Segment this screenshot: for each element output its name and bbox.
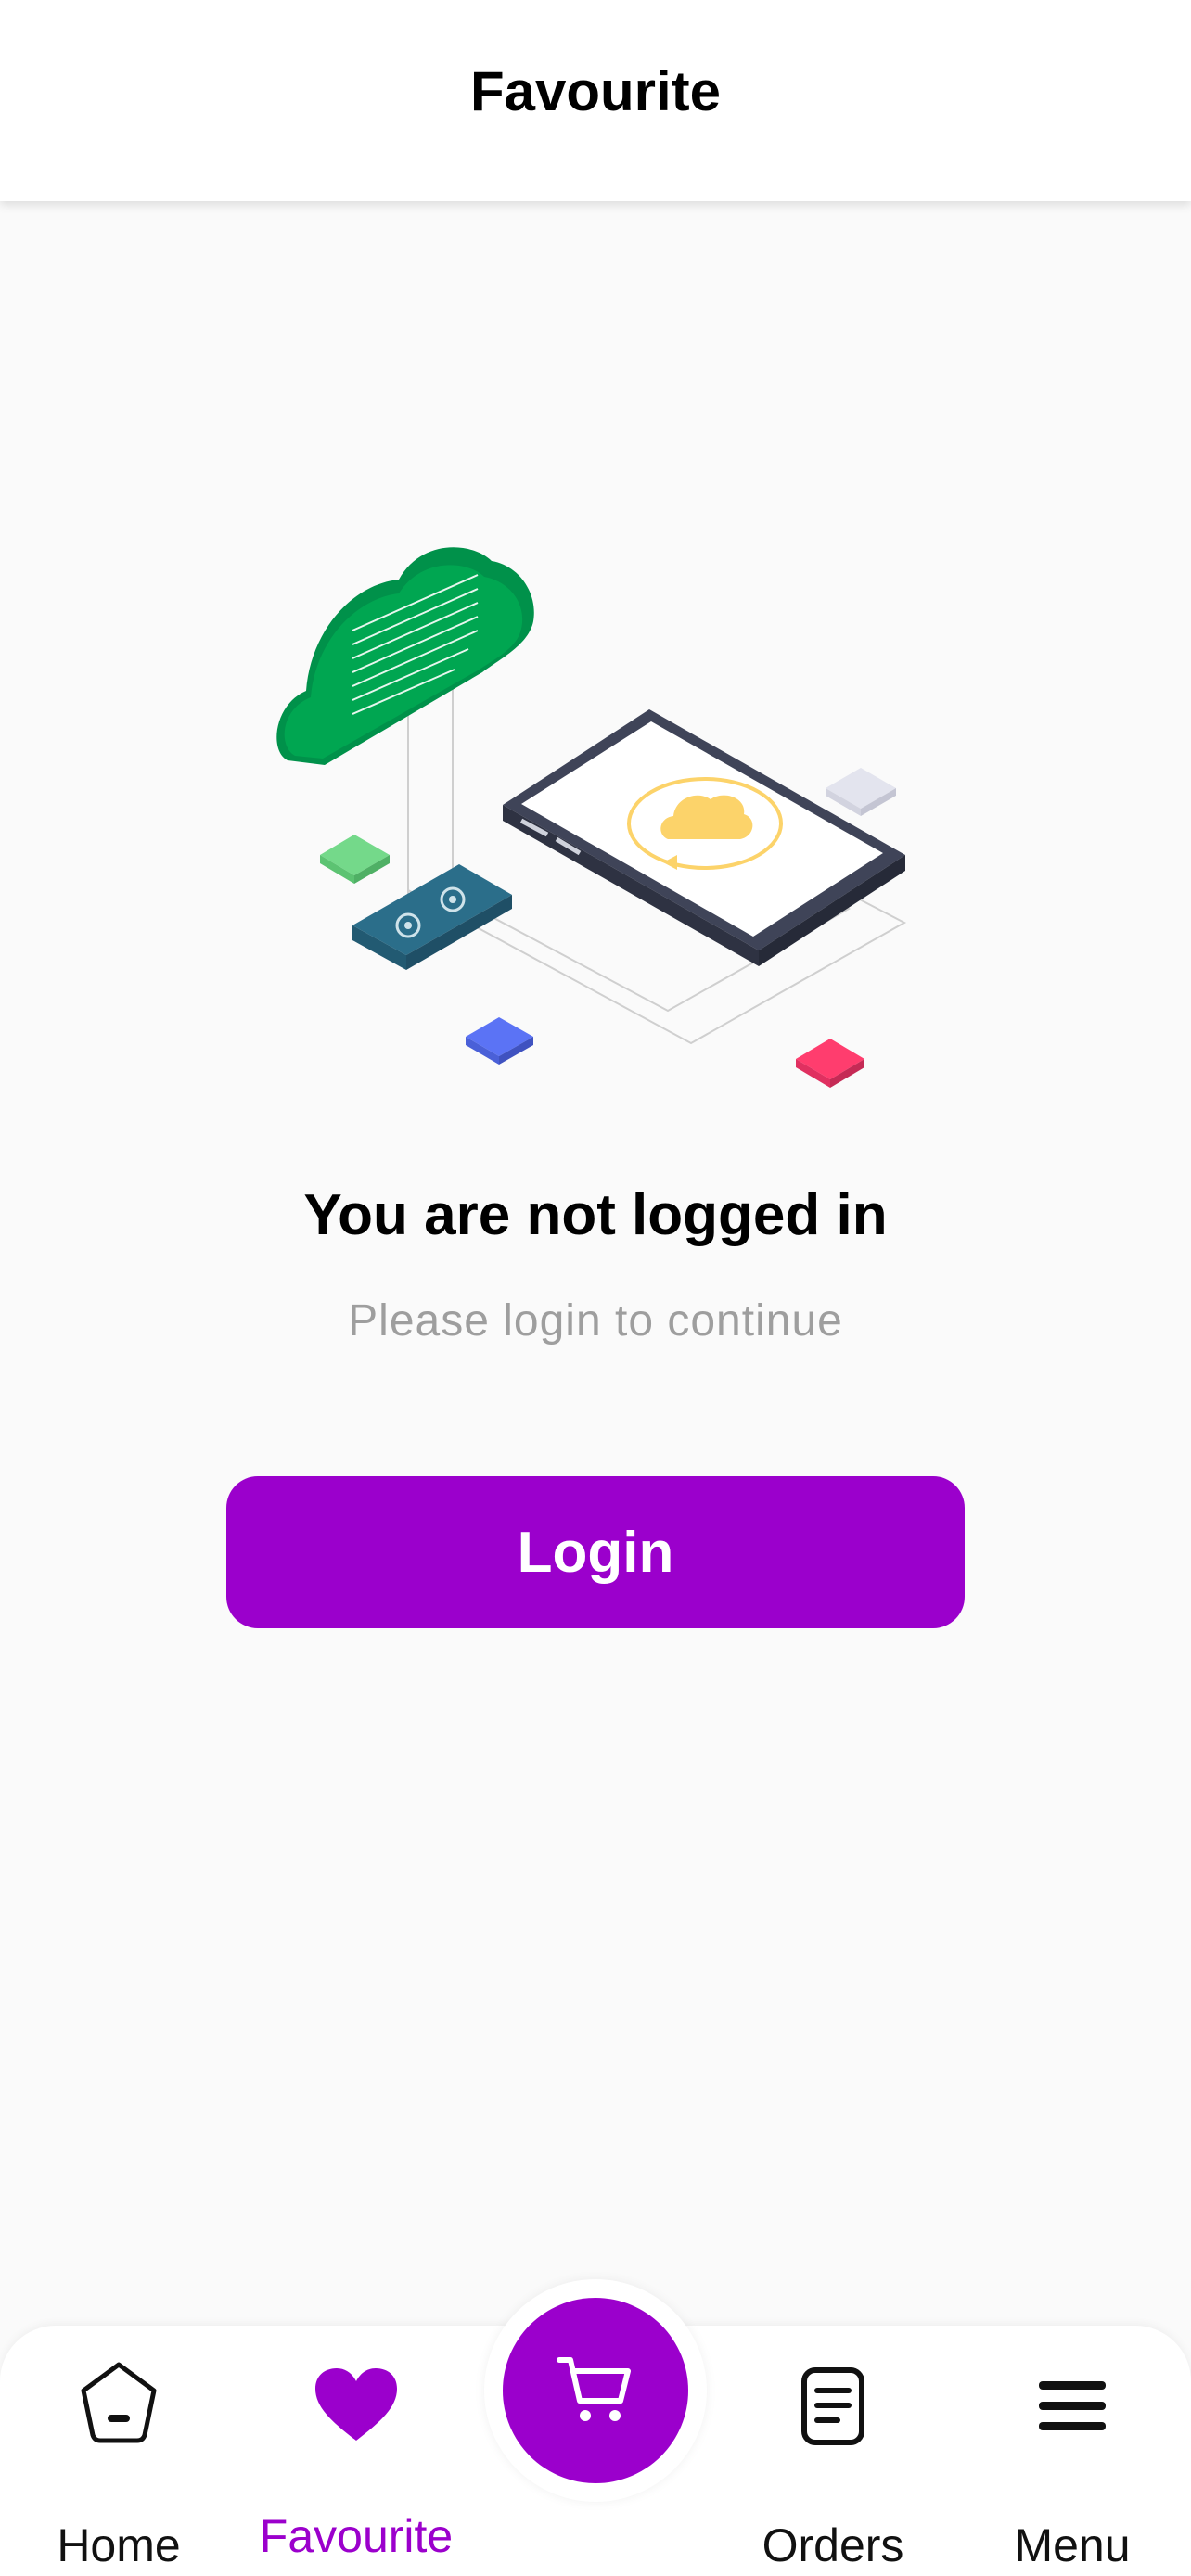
page-title: Favourite — [469, 60, 722, 122]
not-logged-in-title: You are not logged in — [303, 1183, 888, 1247]
heart-icon — [314, 2366, 399, 2449]
not-logged-in-illustration — [269, 519, 937, 1113]
login-button[interactable]: Login — [226, 1476, 965, 1628]
nav-item-menu[interactable]: Menu — [954, 2326, 1191, 2576]
nav-label-home: Home — [57, 2519, 181, 2571]
home-icon — [74, 2357, 163, 2451]
orders-icon — [800, 2366, 865, 2451]
app-bar: Favourite — [0, 0, 1191, 201]
menu-icon — [1037, 2379, 1108, 2436]
cart-icon — [554, 2347, 637, 2435]
nav-item-home[interactable]: Home — [0, 2326, 237, 2576]
cart-button[interactable] — [503, 2298, 688, 2483]
nav-item-favourite[interactable]: Favourite — [237, 2326, 475, 2576]
nav-label-menu: Menu — [1014, 2519, 1131, 2571]
login-prompt-text: Please login to continue — [348, 1296, 843, 1345]
nav-label-favourite: Favourite — [259, 2510, 454, 2562]
nav-label-orders: Orders — [762, 2519, 904, 2571]
nav-item-orders[interactable]: Orders — [714, 2326, 952, 2576]
